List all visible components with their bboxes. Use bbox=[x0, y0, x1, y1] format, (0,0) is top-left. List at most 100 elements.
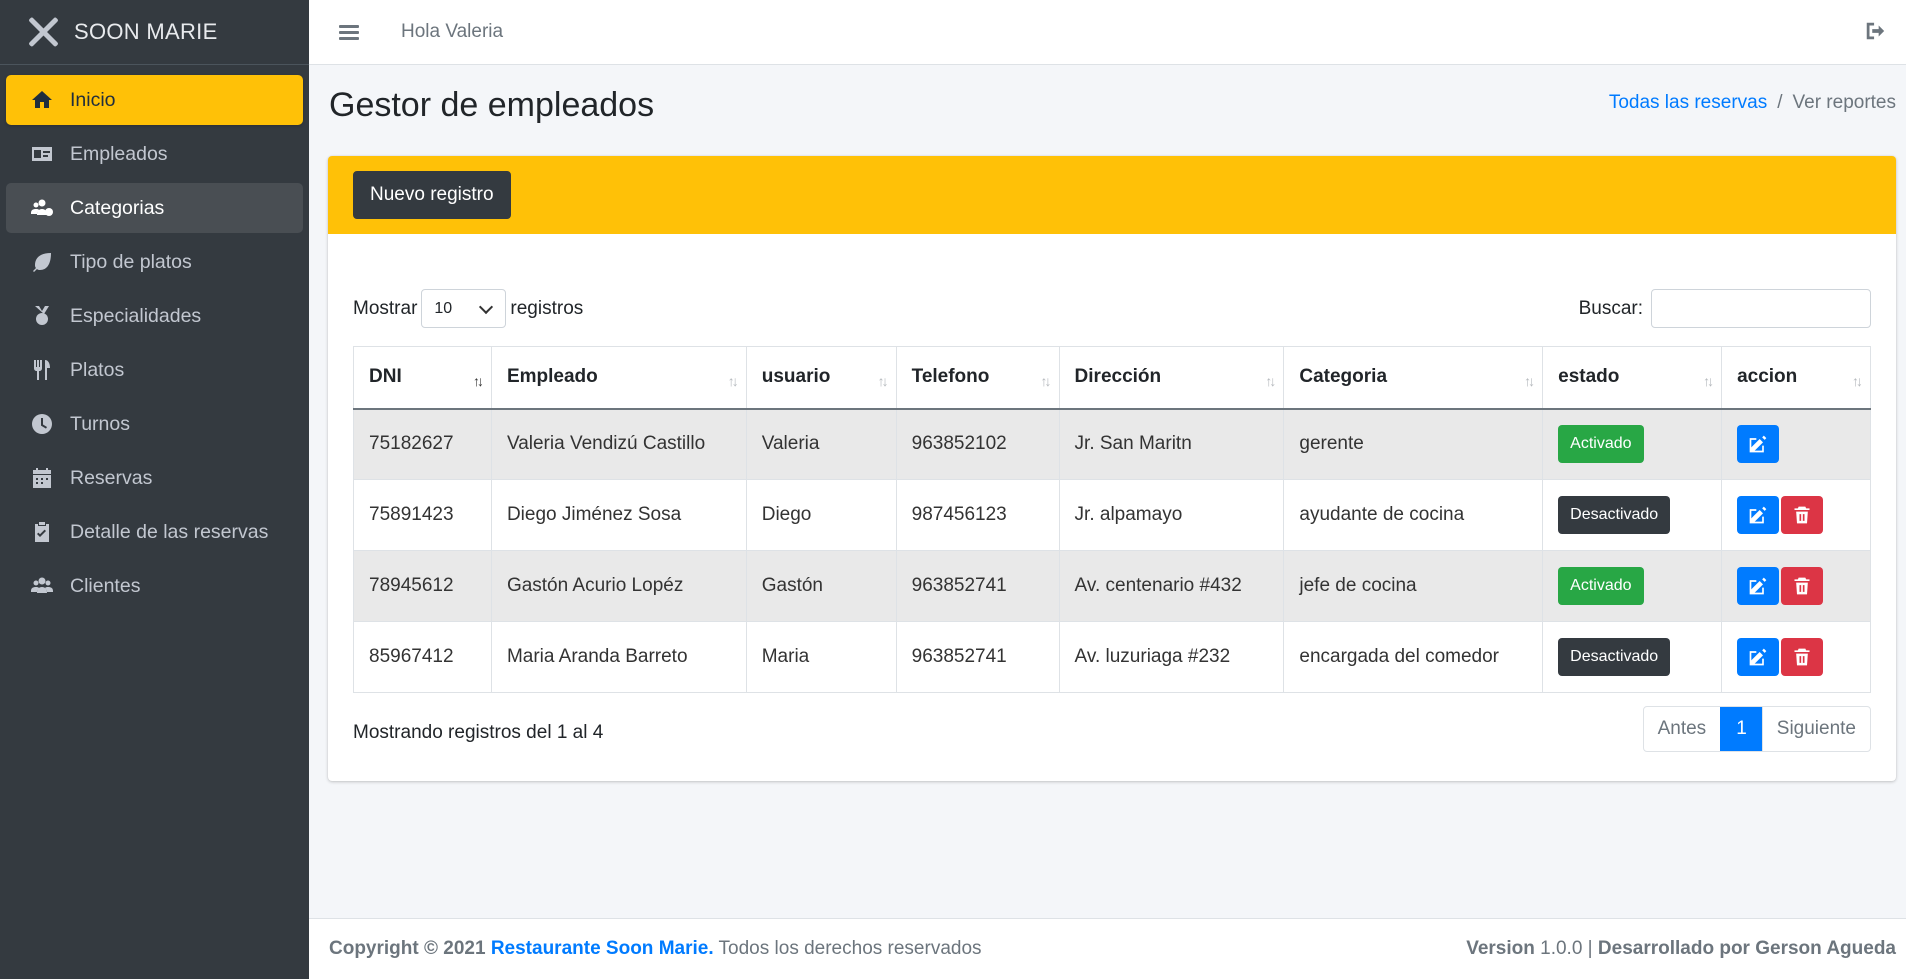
cell-estado: Activado bbox=[1542, 550, 1723, 622]
edit-icon bbox=[1749, 648, 1767, 666]
column-header-label: Dirección bbox=[1074, 366, 1162, 388]
column-header-label: usuario bbox=[761, 366, 831, 388]
edit-button[interactable] bbox=[1737, 638, 1780, 676]
cell-telefono: 963852102 bbox=[895, 408, 1060, 480]
column-header-estado[interactable]: estado ↑↓ bbox=[1542, 346, 1723, 410]
rights-text: Todos los derechos reservados bbox=[718, 938, 982, 959]
cell-dni: 85967412 bbox=[353, 621, 492, 693]
copyright-text: Copyright © 2021 bbox=[329, 938, 486, 959]
cell-categoria: gerente bbox=[1283, 408, 1544, 480]
users-icon bbox=[28, 574, 56, 598]
version-label: Version bbox=[1466, 938, 1535, 959]
cell-empleado: Diego Jiménez Sosa bbox=[490, 479, 747, 551]
delete-button[interactable] bbox=[1781, 638, 1824, 676]
sort-icon: ↑↓ bbox=[877, 373, 889, 389]
column-header-usuario[interactable]: usuario ↑↓ bbox=[745, 346, 897, 410]
cell-usuario: Maria bbox=[745, 621, 897, 693]
breadcrumb-separator: / bbox=[1777, 92, 1783, 113]
sidebar-nav: Inicio Empleados Categorias Tipo de plat… bbox=[0, 65, 309, 625]
breadcrumb: Todas las reservas / Ver reportes bbox=[1609, 92, 1896, 114]
users-cog-icon bbox=[28, 196, 56, 220]
column-header-direccion[interactable]: Dirección ↑↓ bbox=[1058, 346, 1285, 410]
cell-dni: 75182627 bbox=[353, 408, 492, 480]
brand-name: SOON MARIE bbox=[74, 19, 218, 44]
table-info: Mostrando registros del 1 al 4 bbox=[353, 722, 604, 743]
sidebar-item-tipo-de-platos[interactable]: Tipo de platos bbox=[6, 237, 303, 287]
utensils-icon bbox=[28, 358, 56, 382]
status-badge[interactable]: Desactivado bbox=[1558, 638, 1671, 676]
cell-usuario: Valeria bbox=[745, 408, 897, 480]
cell-estado: Desactivado bbox=[1542, 621, 1723, 693]
sidebar-item-platos[interactable]: Platos bbox=[6, 345, 303, 395]
cell-usuario: Diego bbox=[745, 479, 897, 551]
sidebar-item-categorias[interactable]: Categorias bbox=[6, 183, 303, 233]
sidebar-item-empleados[interactable]: Empleados bbox=[6, 129, 303, 179]
page-title: Gestor de empleados bbox=[329, 86, 655, 124]
edit-button[interactable] bbox=[1737, 425, 1780, 464]
cell-categoria: jefe de cocina bbox=[1283, 550, 1544, 622]
cell-telefono: 963852741 bbox=[895, 621, 1060, 693]
records-label: registros bbox=[510, 297, 584, 319]
pagination-prev[interactable]: Antes bbox=[1644, 707, 1721, 751]
sidebar-item-especialidades[interactable]: Especialidades bbox=[6, 291, 303, 341]
company-link[interactable]: Restaurante Soon Marie. bbox=[491, 938, 714, 959]
column-header-telefono[interactable]: Telefono ↑↓ bbox=[895, 346, 1060, 410]
sidebar-item-label: Clientes bbox=[70, 574, 141, 597]
status-badge[interactable]: Activado bbox=[1558, 567, 1644, 605]
sort-asc-icon: ↑↓ bbox=[472, 373, 484, 389]
sidebar-item-label: Reservas bbox=[70, 466, 153, 489]
show-label: Mostrar bbox=[353, 297, 418, 319]
cell-direccion: Av. centenario #432 bbox=[1058, 550, 1285, 622]
sidebar-item-label: Detalle de las reservas bbox=[70, 520, 269, 543]
cell-categoria: encargada del comedor bbox=[1283, 621, 1544, 693]
chevron-down-icon bbox=[479, 299, 494, 315]
table-row: 78945612 Gastón Acurio Lopéz Gastón 9638… bbox=[353, 550, 1871, 622]
breadcrumb-link-todas-reservas[interactable]: Todas las reservas bbox=[1609, 92, 1767, 113]
sidebar-item-detalle-reservas[interactable]: Detalle de las reservas bbox=[6, 507, 303, 557]
page-length-value: 10 bbox=[434, 299, 453, 317]
column-header-label: Categoria bbox=[1299, 366, 1388, 388]
version-number: 1.0.0 bbox=[1540, 938, 1583, 959]
sidebar-item-label: Empleados bbox=[70, 142, 168, 165]
pagination-page[interactable]: 1 bbox=[1720, 707, 1762, 751]
id-card-icon bbox=[28, 142, 56, 166]
cell-empleado: Valeria Vendizú Castillo bbox=[490, 408, 747, 480]
table-header-row: DNI ↑↓ Empleado ↑↓ usuario ↑↓ Telefono ↑↓ Di… bbox=[353, 346, 1871, 410]
sidebar-item-reservas[interactable]: Reservas bbox=[6, 453, 303, 503]
sidebar-item-label: Inicio bbox=[70, 88, 116, 111]
column-header-empleado[interactable]: Empleado ↑↓ bbox=[490, 346, 747, 410]
cell-empleado: Maria Aranda Barreto bbox=[490, 621, 747, 693]
search-input[interactable] bbox=[1651, 289, 1871, 328]
cell-usuario: Gastón bbox=[745, 550, 897, 622]
edit-icon bbox=[1749, 435, 1767, 453]
delete-button[interactable] bbox=[1781, 496, 1824, 534]
status-badge[interactable]: Desactivado bbox=[1558, 496, 1671, 534]
brand[interactable]: SOON MARIE bbox=[0, 0, 309, 65]
page-length-select[interactable]: 10 bbox=[421, 289, 507, 328]
search-label: Buscar: bbox=[1578, 297, 1643, 319]
cell-direccion: Jr. alpamayo bbox=[1058, 479, 1285, 551]
sort-icon: ↑↓ bbox=[727, 373, 739, 389]
pagination: Antes 1 Siguiente bbox=[1642, 706, 1871, 752]
status-badge[interactable]: Activado bbox=[1558, 425, 1644, 464]
utensils-crossed-logo-icon bbox=[22, 11, 64, 53]
column-header-label: Telefono bbox=[911, 366, 990, 388]
column-header-accion[interactable]: accion ↑↓ bbox=[1721, 346, 1871, 410]
logout-icon[interactable] bbox=[1864, 20, 1888, 44]
sidebar-item-clientes[interactable]: Clientes bbox=[6, 561, 303, 611]
delete-button[interactable] bbox=[1781, 567, 1824, 605]
sidebar-item-inicio[interactable]: Inicio bbox=[6, 75, 303, 125]
edit-button[interactable] bbox=[1737, 567, 1780, 605]
card-header: Nuevo registro bbox=[328, 156, 1896, 234]
edit-button[interactable] bbox=[1737, 496, 1780, 534]
edit-icon bbox=[1749, 506, 1767, 524]
sidebar: SOON MARIE Inicio Empleados Categorias T… bbox=[0, 0, 309, 979]
cell-telefono: 987456123 bbox=[895, 479, 1060, 551]
sidebar-item-label: Platos bbox=[70, 358, 125, 381]
sidebar-item-turnos[interactable]: Turnos bbox=[6, 399, 303, 449]
column-header-categoria[interactable]: Categoria ↑↓ bbox=[1283, 346, 1544, 410]
column-header-dni[interactable]: DNI ↑↓ bbox=[353, 346, 492, 410]
new-record-button[interactable]: Nuevo registro bbox=[353, 171, 511, 219]
hamburger-menu-icon[interactable] bbox=[339, 22, 359, 43]
pagination-next[interactable]: Siguiente bbox=[1761, 707, 1870, 751]
